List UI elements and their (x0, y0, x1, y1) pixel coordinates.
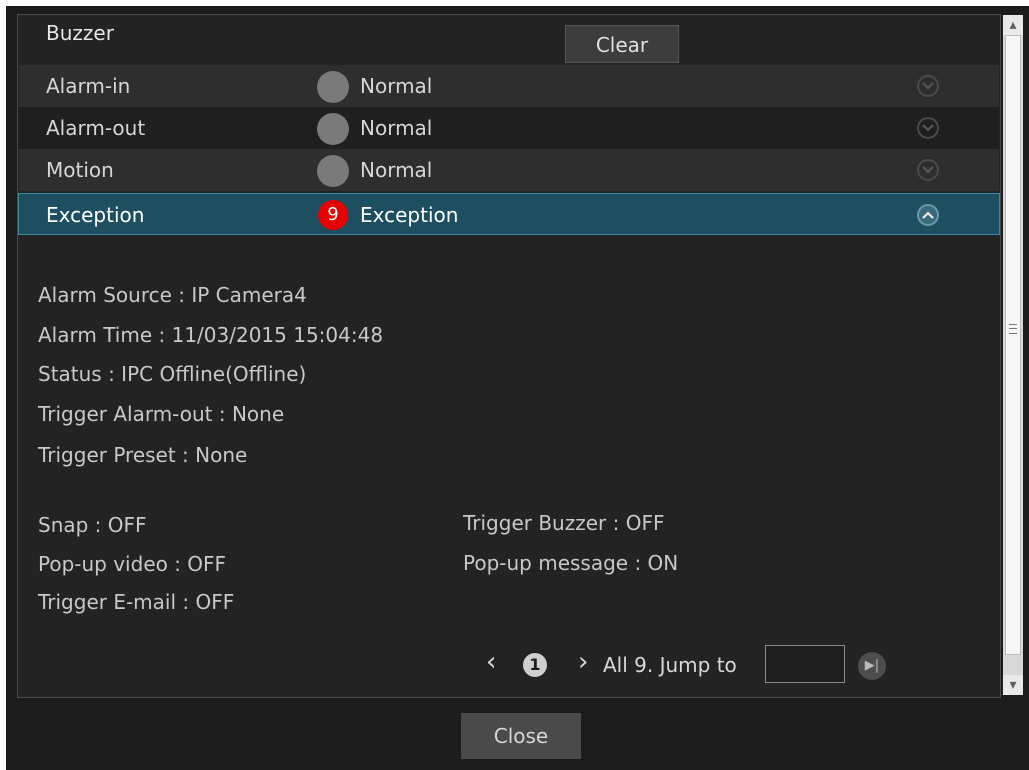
alarm-count-badge: 9 (318, 200, 348, 230)
detail-status: Status : IPC Offline(Offline) (38, 362, 307, 386)
scroll-down-icon[interactable]: ▾ (1003, 675, 1023, 695)
detail-alarm-time: Alarm Time : 11/03/2015 15:04:48 (38, 323, 384, 347)
row-state: Exception (360, 203, 459, 227)
detail-trigger-preset: Trigger Preset : None (38, 443, 248, 467)
row-label: Alarm-out (46, 116, 146, 140)
alarm-row-exception[interactable]: Exception 9 Exception (18, 193, 1000, 235)
chevron-down-icon[interactable] (917, 117, 939, 139)
detail-popup-video: Pop-up video : OFF (38, 552, 227, 576)
alarm-status-dialog: Buzzer Clear Alarm-in Normal Alarm-out N… (6, 6, 1029, 770)
status-dot-icon (317, 113, 349, 145)
row-state: Normal (360, 74, 433, 98)
alarm-list-panel: Buzzer Clear Alarm-in Normal Alarm-out N… (17, 14, 1001, 698)
chevron-left-icon[interactable]: ‹ (486, 647, 496, 677)
detail-popup-message: Pop-up message : ON (463, 551, 679, 575)
chevron-up-icon[interactable] (917, 204, 939, 226)
chevron-down-icon[interactable] (917, 159, 939, 181)
row-state: Normal (360, 116, 433, 140)
page-summary: All 9. Jump to (603, 653, 737, 677)
alarm-row-motion[interactable]: Motion Normal (19, 149, 999, 191)
detail-trigger-email: Trigger E-mail : OFF (38, 590, 235, 614)
alarm-row-alarm-in[interactable]: Alarm-in Normal (19, 65, 999, 107)
clear-button[interactable]: Clear (565, 25, 679, 63)
detail-snap: Snap : OFF (38, 513, 147, 537)
detail-trigger-alarm-out: Trigger Alarm-out : None (38, 402, 285, 426)
skip-to-last-icon[interactable]: ▶| (858, 652, 886, 680)
scroll-up-icon[interactable]: ▴ (1003, 15, 1023, 35)
vertical-scrollbar[interactable]: ▴ ▾ (1003, 15, 1023, 695)
row-label: Exception (46, 203, 145, 227)
detail-trigger-buzzer: Trigger Buzzer : OFF (463, 511, 665, 535)
row-label: Alarm-in (46, 74, 131, 98)
detail-alarm-source: Alarm Source : IP Camera4 (38, 283, 307, 307)
grip-icon (1009, 324, 1017, 334)
status-dot-icon (317, 155, 349, 187)
jump-to-input[interactable] (765, 645, 845, 683)
page-number[interactable]: 1 (523, 653, 547, 677)
status-dot-icon (317, 71, 349, 103)
buzzer-label: Buzzer (46, 21, 114, 45)
alarm-row-alarm-out[interactable]: Alarm-out Normal (19, 107, 999, 149)
chevron-down-icon[interactable] (917, 75, 939, 97)
close-button[interactable]: Close (461, 713, 581, 759)
row-state: Normal (360, 158, 433, 182)
chevron-right-icon[interactable]: › (578, 647, 588, 677)
row-label: Motion (46, 158, 114, 182)
scroll-thumb[interactable] (1005, 35, 1021, 655)
